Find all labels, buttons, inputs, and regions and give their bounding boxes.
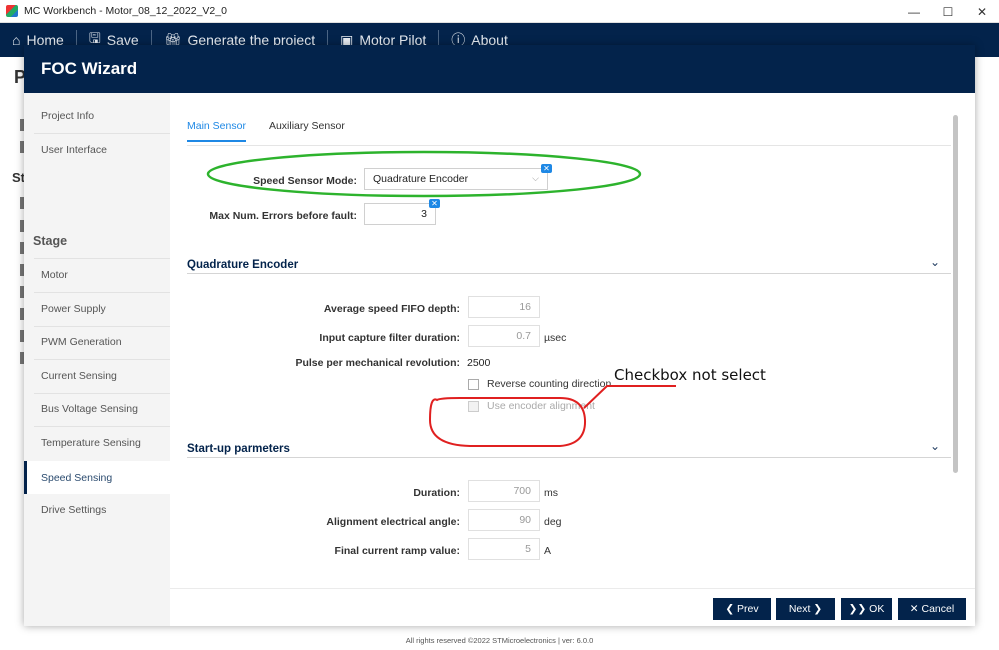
background-app-panel-right — [975, 57, 999, 650]
title-bar: MC Workbench - Motor_08_12_2022_V2_0 — ☐… — [0, 0, 999, 23]
current-ramp-label: Final current ramp value: — [334, 545, 460, 557]
duration-input[interactable]: 700 — [468, 480, 540, 502]
maximize-button[interactable]: ☐ — [931, 0, 965, 23]
encoder-alignment-label: Use encoder alignment — [487, 400, 595, 412]
ppr-value: 2500 — [467, 357, 491, 369]
sidebar-item-project-info[interactable]: Project Info — [24, 101, 170, 131]
prev-button[interactable]: ❮ Prev — [713, 598, 771, 620]
filter-duration-unit: µsec — [544, 332, 567, 344]
copyright-footer: All rights reserved ©2022 STMicroelectro… — [405, 636, 594, 645]
reverse-direction-checkbox[interactable] — [468, 378, 479, 390]
ppr-label: Pulse per mechanical revolution: — [295, 357, 460, 369]
annotation-note: Checkbox not select — [614, 366, 766, 384]
clear-badge-icon[interactable]: ✕ — [541, 164, 552, 173]
sidebar-item-motor[interactable]: Motor — [24, 260, 170, 290]
section-divider — [187, 273, 951, 274]
next-button[interactable]: Next ❯ — [776, 598, 835, 620]
dialog-title: FOC Wizard — [24, 45, 975, 93]
sidebar-item-temperature-sensing[interactable]: Temperature Sensing — [24, 428, 170, 458]
reverse-direction-checkbox-row[interactable]: Reverse counting direction — [468, 378, 611, 390]
sidebar-divider — [34, 359, 170, 360]
speed-sensor-mode-label: Speed Sensor Mode: — [253, 175, 357, 187]
sensor-tabs: Main Sensor Auxiliary Sensor — [187, 120, 368, 142]
duration-label: Duration: — [413, 487, 460, 499]
alignment-angle-input[interactable]: 90 — [468, 509, 540, 531]
sidebar-divider — [34, 133, 170, 134]
max-errors-input[interactable]: 3 — [364, 203, 436, 225]
scrollbar-thumb[interactable] — [953, 115, 958, 473]
sidebar-item-bus-voltage-sensing[interactable]: Bus Voltage Sensing — [24, 394, 170, 424]
fifo-depth-label: Average speed FIFO depth: — [323, 303, 460, 315]
window-title: MC Workbench - Motor_08_12_2022_V2_0 — [24, 5, 227, 17]
collapse-chevron-icon[interactable]: ⌄ — [930, 439, 940, 453]
background-app-panel: P St — [0, 57, 26, 650]
reverse-direction-label: Reverse counting direction — [487, 378, 612, 390]
speed-sensor-mode-select[interactable]: Quadrature Encoder ⌵ — [364, 168, 548, 190]
cancel-button[interactable]: ✕ Cancel — [898, 598, 966, 620]
filter-duration-input[interactable]: 0.7 — [468, 325, 540, 347]
section-divider — [187, 457, 951, 458]
max-errors-label: Max Num. Errors before fault: — [209, 210, 357, 222]
current-ramp-unit: A — [544, 545, 552, 557]
sidebar-stage-heading: Stage — [33, 234, 68, 248]
filter-duration-label: Input capture filter duration: — [319, 332, 460, 344]
encoder-alignment-checkbox-row[interactable]: Use encoder alignment — [468, 400, 595, 412]
home-icon: ⌂ — [12, 32, 21, 48]
sidebar-item-power-supply[interactable]: Power Supply — [24, 294, 170, 324]
minimize-button[interactable]: — — [897, 0, 931, 23]
foc-wizard-dialog: FOC Wizard Project Info User Interface S… — [24, 45, 975, 626]
tab-auxiliary-sensor[interactable]: Auxiliary Sensor — [269, 120, 345, 142]
sidebar-item-speed-sensing[interactable]: Speed Sensing — [24, 461, 170, 494]
sidebar-divider — [34, 292, 170, 293]
close-window-button[interactable]: ✕ — [965, 0, 999, 23]
sidebar-item-drive-settings[interactable]: Drive Settings — [24, 495, 170, 525]
current-ramp-input[interactable]: 5 — [468, 538, 540, 560]
speed-sensor-mode-value: Quadrature Encoder — [373, 173, 469, 185]
clear-badge-icon[interactable]: ✕ — [429, 199, 440, 208]
fifo-depth-input[interactable]: 16 — [468, 296, 540, 318]
sidebar-divider — [34, 426, 170, 427]
alignment-angle-label: Alignment electrical angle: — [326, 516, 460, 528]
encoder-alignment-checkbox[interactable] — [468, 400, 479, 412]
wizard-button-bar: ❮ Prev Next ❯ ❯❯ OK ✕ Cancel — [170, 588, 975, 626]
content-scrollbar[interactable] — [951, 109, 962, 568]
wizard-sidebar: Project Info User Interface Stage Motor … — [24, 93, 170, 626]
startup-section-title: Start-up parmeters — [187, 443, 290, 455]
ok-button[interactable]: ❯❯ OK — [841, 598, 892, 620]
collapse-chevron-icon[interactable]: ⌄ — [930, 255, 940, 269]
chevron-down-icon: ⌵ — [532, 173, 539, 183]
alignment-angle-unit: deg — [544, 516, 562, 528]
wizard-content: Main Sensor Auxiliary Sensor Speed Senso… — [170, 93, 975, 588]
tabs-underline — [187, 145, 951, 146]
sidebar-divider — [34, 258, 170, 259]
sidebar-item-current-sensing[interactable]: Current Sensing — [24, 361, 170, 391]
sidebar-item-pwm-generation[interactable]: PWM Generation — [24, 327, 170, 357]
tab-main-sensor[interactable]: Main Sensor — [187, 120, 246, 142]
app-logo-icon — [6, 5, 18, 17]
sidebar-item-user-interface[interactable]: User Interface — [24, 135, 170, 165]
quadrature-encoder-section-title: Quadrature Encoder — [187, 259, 299, 271]
duration-unit: ms — [544, 487, 558, 499]
